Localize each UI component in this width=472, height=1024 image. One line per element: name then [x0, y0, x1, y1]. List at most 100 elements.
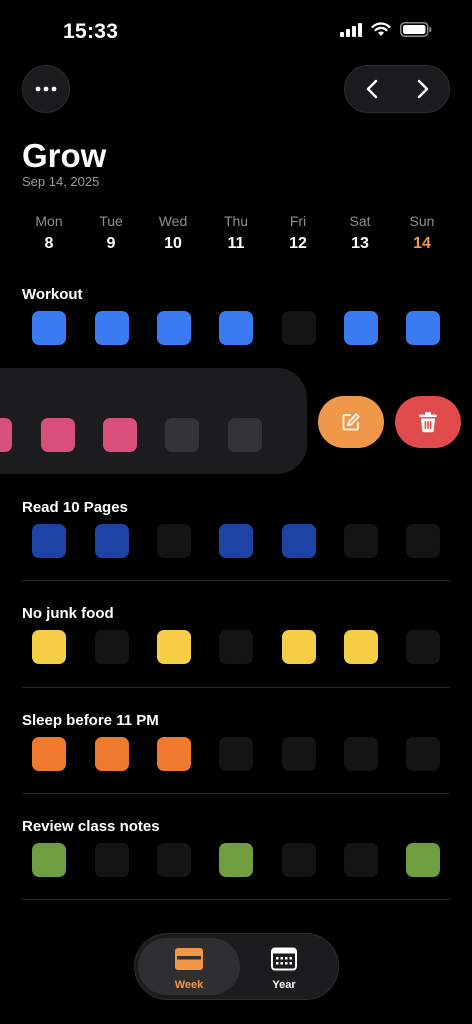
day-column: Sun 14 [391, 212, 453, 254]
row-divider [22, 687, 450, 688]
row-divider [22, 580, 450, 581]
more-options-button[interactable] [22, 65, 70, 113]
habit-day-cells [0, 524, 472, 558]
ellipsis-icon [35, 86, 57, 92]
tab-label: Year [272, 979, 296, 991]
habit-day-cell-empty[interactable] [157, 843, 191, 877]
day-number-today: 14 [413, 235, 431, 252]
habit-day-cell-done[interactable] [32, 311, 66, 345]
row-divider [22, 899, 450, 900]
day-name: Sat [349, 213, 371, 229]
tab-bar: Week Year [134, 933, 339, 1000]
delete-habit-button[interactable] [395, 396, 461, 448]
habit-day-cell-done[interactable] [32, 737, 66, 771]
habit-day-cell-done[interactable] [406, 843, 440, 877]
habit-day-cell-done[interactable] [95, 737, 129, 771]
day-column: Mon 8 [18, 212, 80, 254]
day-name: Wed [158, 213, 188, 229]
habit-title: No junk food [22, 605, 114, 622]
habit-day-cell-done[interactable] [32, 843, 66, 877]
habit-day-cells [0, 311, 472, 345]
habit-day-cell-done[interactable] [282, 630, 316, 664]
tab-year[interactable]: Year [233, 938, 335, 995]
habit-day-cells [0, 737, 472, 771]
habit-title: Read 10 Pages [22, 499, 128, 516]
habit-day-cell-done[interactable] [344, 630, 378, 664]
next-week-button[interactable] [396, 66, 449, 112]
habit-day-cell-done[interactable] [157, 311, 191, 345]
day-column: Tue 9 [80, 212, 142, 254]
habit-day-cell-done[interactable] [219, 311, 253, 345]
day-column: Sat 13 [329, 212, 391, 254]
habit-title: Review class notes [22, 818, 160, 835]
habit-day-cell-empty[interactable] [165, 418, 199, 452]
habit-day-cell-done[interactable] [32, 524, 66, 558]
chevron-right-icon [417, 79, 428, 99]
habit-day-cell-empty[interactable] [219, 737, 253, 771]
habit-day-cell-empty[interactable] [157, 524, 191, 558]
habit-day-cell-empty[interactable] [406, 630, 440, 664]
chevron-left-icon [366, 79, 377, 99]
habit-day-cell-done[interactable] [157, 737, 191, 771]
habit-day-cell-empty[interactable] [228, 418, 262, 452]
day-number: 12 [289, 235, 307, 252]
day-column: Thu 11 [205, 212, 267, 254]
day-number: 10 [164, 235, 182, 252]
habit-day-cell-empty[interactable] [406, 737, 440, 771]
day-column: Wed 10 [142, 212, 204, 254]
status-bar: 15:33 [0, 0, 472, 60]
habit-day-cell-empty[interactable] [344, 843, 378, 877]
habit-day-cell-empty[interactable] [219, 630, 253, 664]
day-number: 8 [44, 235, 54, 252]
habit-day-cells [0, 843, 472, 877]
day-number: 13 [351, 235, 369, 252]
previous-week-button[interactable] [345, 66, 398, 112]
habit-day-cell-done[interactable] [219, 843, 253, 877]
edit-habit-button[interactable] [318, 396, 384, 448]
habit-day-cell-done[interactable] [95, 524, 129, 558]
habit-day-cell-done[interactable] [406, 311, 440, 345]
habit-day-cell-done[interactable] [103, 418, 137, 452]
status-icons [340, 22, 432, 37]
day-number: 9 [106, 235, 116, 252]
day-number: 11 [227, 235, 245, 252]
habit-day-cell-empty[interactable] [406, 524, 440, 558]
habit-title: Workout [22, 286, 83, 303]
habit-day-cell-done[interactable] [32, 630, 66, 664]
week-navigation [344, 65, 450, 113]
week-header: Mon 8 Tue 9 Wed 10 Thu 11 Fri 12 Sat 13 … [18, 212, 454, 256]
habit-day-cell-done[interactable] [0, 418, 12, 452]
habit-title: Sleep before 11 PM [22, 712, 159, 729]
signal-icon [340, 22, 362, 37]
edit-icon [342, 413, 360, 431]
habit-day-cells [0, 630, 472, 664]
week-calendar-icon [175, 948, 203, 970]
habit-day-cell-done[interactable] [157, 630, 191, 664]
day-name: Fri [289, 213, 307, 229]
battery-icon [400, 22, 432, 37]
year-calendar-icon [271, 947, 297, 971]
habit-day-cell-empty[interactable] [344, 524, 378, 558]
habit-day-cell-done[interactable] [41, 418, 75, 452]
habit-day-cell-empty[interactable] [282, 843, 316, 877]
habit-day-cell-empty[interactable] [282, 311, 316, 345]
day-name: Mon [35, 213, 63, 229]
day-name: Sun [409, 213, 435, 229]
wifi-icon [371, 22, 391, 36]
day-name: Thu [223, 213, 249, 229]
habit-day-cell-done[interactable] [282, 524, 316, 558]
tab-week[interactable]: Week [138, 938, 240, 995]
habit-day-cell-empty[interactable] [282, 737, 316, 771]
current-date: Sep 14, 2025 [22, 174, 100, 189]
habit-day-cell-done[interactable] [344, 311, 378, 345]
trash-icon [419, 412, 437, 433]
swiped-habit-row[interactable] [0, 368, 307, 474]
habit-day-cell-done[interactable] [95, 311, 129, 345]
page-title: Grow [22, 137, 107, 174]
day-column: Fri 12 [267, 212, 329, 254]
habit-day-cell-empty[interactable] [344, 737, 378, 771]
habit-day-cell-done[interactable] [219, 524, 253, 558]
habit-day-cell-empty[interactable] [95, 630, 129, 664]
tab-label: Week [174, 979, 204, 991]
habit-day-cell-empty[interactable] [95, 843, 129, 877]
